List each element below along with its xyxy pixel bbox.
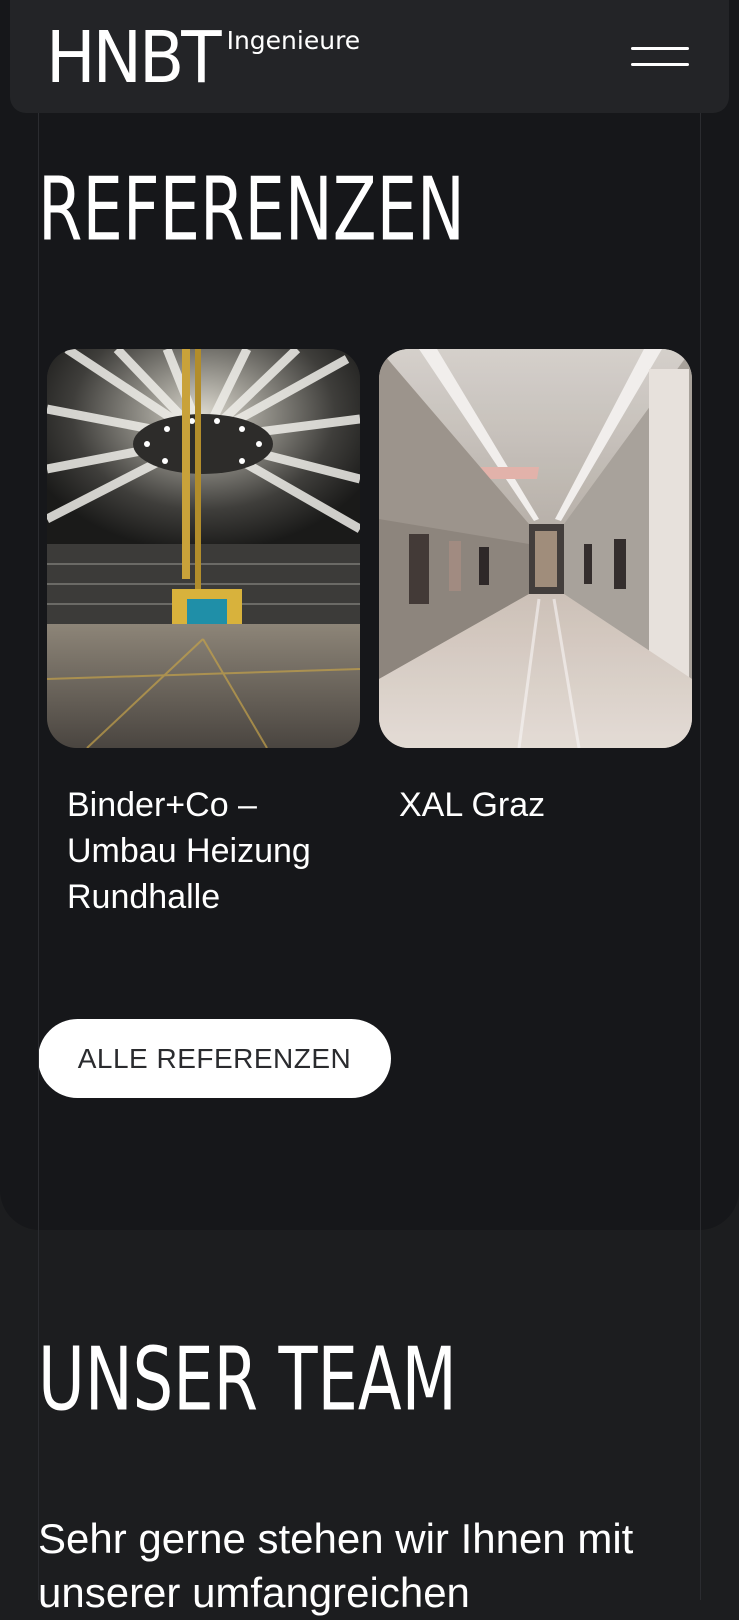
all-references-button[interactable]: ALLE REFERENZEN — [38, 1019, 391, 1098]
page: REFERENZEN Binder+Co – Umbau Heizung Run… — [0, 0, 739, 1616]
site-header: HNBT Ingenieure — [10, 0, 729, 113]
reference-card[interactable]: XAL Graz — [379, 349, 692, 828]
reference-title[interactable]: XAL Graz — [379, 782, 692, 828]
team-heading: UNSER TEAM — [38, 1330, 457, 1431]
layout-guide-line — [700, 0, 701, 1600]
round-hall-photo[interactable] — [47, 349, 360, 748]
logo[interactable]: HNBT Ingenieure — [46, 22, 361, 93]
hamburger-menu-icon[interactable] — [631, 40, 689, 70]
references-section: REFERENZEN Binder+Co – Umbau Heizung Run… — [0, 0, 739, 1230]
hallway-photo[interactable] — [379, 349, 692, 748]
reference-card[interactable]: Binder+Co – Umbau Heizung Rundhalle — [47, 349, 360, 920]
logo-wordmark: HNBT — [46, 16, 222, 100]
team-intro-text: Sehr gerne stehen wir Ihnen mit unserer … — [38, 1515, 634, 1616]
reference-title[interactable]: Binder+Co – Umbau Heizung Rundhalle — [47, 782, 360, 920]
references-heading: REFERENZEN — [38, 160, 465, 261]
logo-subtitle: Ingenieure — [226, 26, 361, 55]
